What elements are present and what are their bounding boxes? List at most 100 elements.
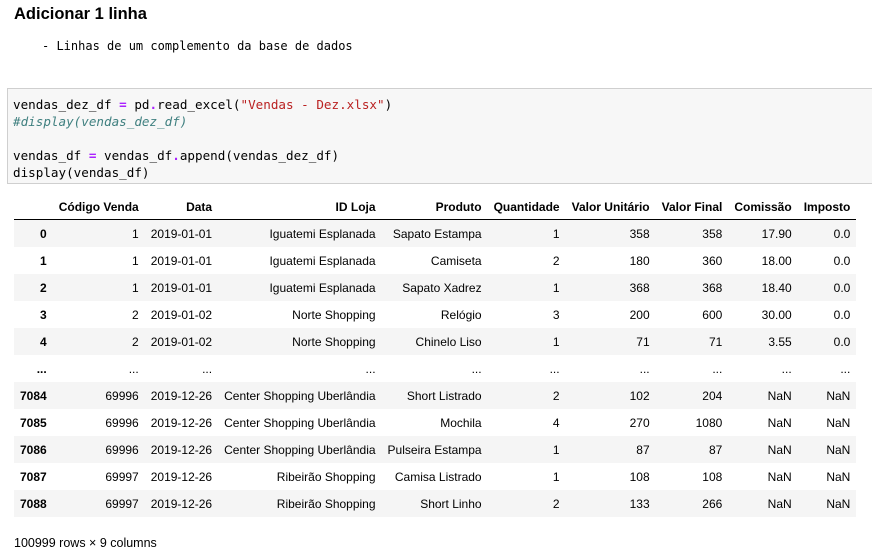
dataframe-output: Código Venda Data ID Loja Produto Quantidade… [14, 194, 857, 517]
code-token: . [172, 148, 180, 163]
table-cell: 18.40 [761, 280, 792, 295]
table-cell: 108 [702, 469, 723, 484]
table-cell: 0.0 [833, 253, 851, 268]
table-cell: Iguatemi Esplanada [269, 226, 376, 241]
code-line: vendas_df = vendas_df.append(vendas_dez_… [13, 147, 392, 164]
table-cell: 358 [702, 226, 723, 241]
table-cell: 200 [629, 307, 650, 322]
code-token: vendas_df [13, 148, 89, 163]
dataframe-header-row: Código Venda Data ID Loja Produto Quantidade… [14, 194, 857, 220]
code-token: vendas_dez_df [13, 97, 120, 112]
table-cell: 2019-12-26 [150, 496, 213, 511]
table-cell: Norte Shopping [292, 334, 376, 349]
table-row: 7084 69996 2019-12-26 Center Shopping Uberl… [14, 382, 857, 409]
table-cell: 30.00 [761, 307, 792, 322]
table-cell: Short Listrado [406, 388, 482, 403]
table-cell: ... [549, 361, 560, 376]
table-cell: Camisa Listrado [394, 469, 482, 484]
column-header: Data [144, 194, 219, 220]
table-cell: Mochila [440, 415, 482, 430]
code-token: read_excel( [157, 97, 241, 112]
table-cell: ... [365, 361, 376, 376]
code-line: vendas_dez_df = pd.read_excel("Vendas - … [13, 96, 392, 113]
index-header [14, 194, 53, 220]
table-cell: 1 [552, 442, 560, 457]
table-cell: 102 [629, 388, 650, 403]
table-cell: 2 [552, 496, 560, 511]
code-token: . [149, 97, 158, 112]
column-header: Código Venda [52, 194, 145, 220]
table-cell: Ribeirão Shopping [276, 496, 376, 511]
table-cell: 2019-01-01 [150, 280, 213, 295]
table-cell: 0.0 [833, 334, 851, 349]
table-cell: 2019-12-26 [150, 388, 213, 403]
code-editor[interactable]: vendas_dez_df = pd.read_excel("Vendas - … [13, 96, 392, 181]
table-row: 7085 69996 2019-12-26 Center Shopping Uberl… [14, 409, 857, 436]
table-cell: ... [712, 361, 723, 376]
table-cell: Center Shopping Uberlândia [224, 388, 376, 403]
table-cell: 69997 [105, 496, 139, 511]
column-header: Comissão [728, 194, 798, 220]
table-cell: 133 [629, 496, 650, 511]
table-row: 7087 69997 2019-12-26 Ribeirão Shopping Cami… [14, 463, 857, 490]
row-index: 4 [40, 334, 47, 349]
table-cell: Short Linho [420, 496, 482, 511]
table-cell: 2019-01-02 [150, 307, 213, 322]
table-cell: 17.90 [761, 226, 792, 241]
table-cell: Sapato Estampa [392, 226, 482, 241]
row-index: 7086 [20, 442, 47, 457]
table-cell: Camiseta [430, 253, 482, 268]
table-row: 0 1 2019-01-01 Iguatemi Esplanada Sapato Est… [14, 219, 857, 247]
column-header: ID Loja [218, 194, 382, 220]
table-cell: 71 [708, 334, 723, 349]
row-index: 0 [40, 226, 47, 241]
table-cell: 600 [702, 307, 723, 322]
table-row: 4 2 2019-01-02 Norte Shopping Chinelo Liso 1 7… [14, 328, 857, 355]
table-cell: 0.0 [833, 307, 851, 322]
dataframe-shape-text: 100999 rows × 9 columns [14, 536, 157, 550]
code-token: #display(vendas_dez_df) [13, 114, 188, 129]
table-cell: Pulseira Estampa [387, 442, 482, 457]
table-cell: 87 [636, 442, 650, 457]
table-cell: 69996 [105, 415, 139, 430]
table-cell: 69997 [105, 469, 139, 484]
table-cell: ... [840, 361, 851, 376]
table-cell: 2 [552, 388, 560, 403]
column-header: Valor Final [655, 194, 729, 220]
code-token: display(vendas_df) [13, 165, 150, 180]
table-cell: 4 [552, 415, 560, 430]
table-cell: ... [639, 361, 650, 376]
table-cell: 2 [132, 334, 139, 349]
table-cell: 204 [702, 388, 723, 403]
table-cell: 2 [132, 307, 139, 322]
table-cell: NaN [826, 442, 851, 457]
table-cell: 2 [552, 253, 560, 268]
column-header: Quantidade [487, 194, 566, 220]
markdown-heading: Adicionar 1 linha [14, 5, 147, 23]
table-row: 3 2 2019-01-02 Norte Shopping Relógio 3 200 600… [14, 301, 857, 328]
row-index: 7087 [20, 469, 47, 484]
code-token: append(vendas_dez_df) [179, 148, 340, 163]
table-cell: 2019-12-26 [150, 442, 213, 457]
table-cell: 18.00 [761, 253, 792, 268]
code-line: display(vendas_df) [13, 164, 392, 181]
table-cell: 270 [629, 415, 650, 430]
table-cell: 1 [552, 226, 560, 241]
table-cell: 1 [552, 334, 560, 349]
table-row: 7088 69997 2019-12-26 Ribeirão Shopping Shor… [14, 490, 857, 517]
table-cell: 1080 [695, 415, 723, 430]
table-cell: Ribeirão Shopping [276, 469, 376, 484]
code-cell[interactable]: vendas_dez_df = pd.read_excel("Vendas - … [7, 88, 872, 184]
table-cell: NaN [826, 496, 851, 511]
row-index: 7088 [20, 496, 47, 511]
table-cell: Sapato Xadrez [402, 280, 482, 295]
table-cell: NaN [826, 415, 851, 430]
table-cell: 360 [702, 253, 723, 268]
table-cell: 71 [636, 334, 650, 349]
dataframe-body: 0 1 2019-01-01 Iguatemi Esplanada Sapato Est… [14, 219, 857, 517]
table-cell: 2019-12-26 [150, 415, 213, 430]
column-header: Produto [381, 194, 488, 220]
table-cell: 3.55 [768, 334, 792, 349]
row-index: 7084 [20, 388, 47, 403]
table-cell: NaN [767, 442, 792, 457]
